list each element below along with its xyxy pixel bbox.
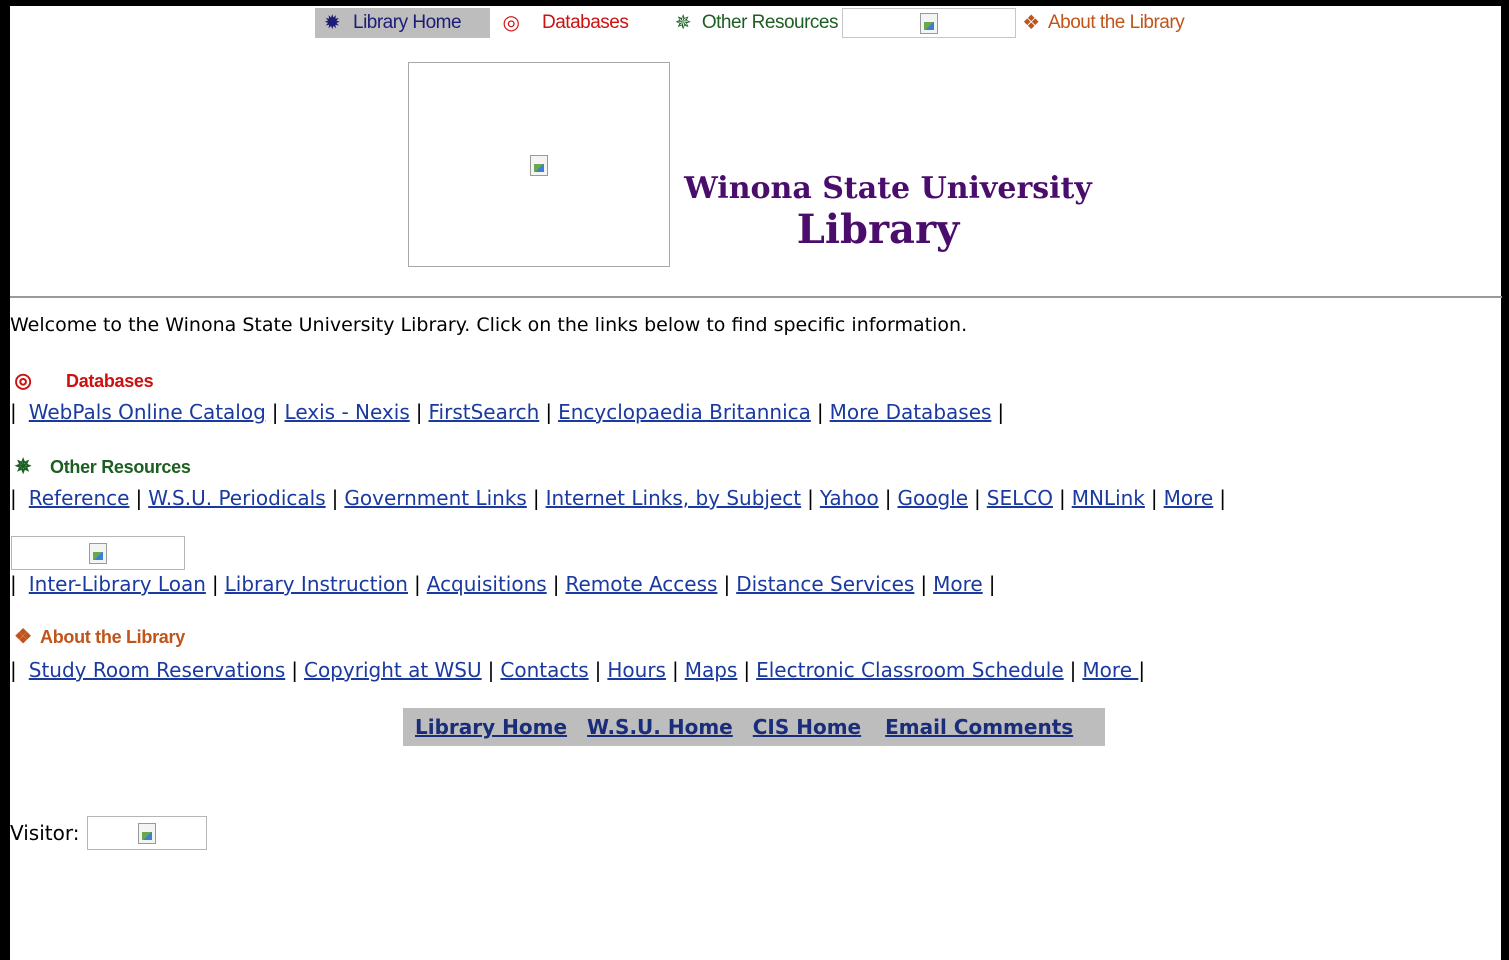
- footer-cis-home[interactable]: CIS Home: [753, 715, 861, 739]
- footer-nav: Library Home W.S.U. Home CIS Home Email …: [403, 708, 1105, 746]
- visitor-counter-image: [87, 816, 208, 850]
- link-government[interactable]: Government Links: [344, 486, 526, 510]
- link-google[interactable]: Google: [898, 486, 969, 510]
- nav-other-resources-label: Other Resources: [701, 12, 839, 33]
- link-selco[interactable]: SELCO: [987, 486, 1053, 510]
- broken-image-icon: [528, 154, 550, 176]
- nav-library-home[interactable]: ✹ Library Home: [315, 8, 490, 38]
- broken-image-icon: [136, 822, 158, 844]
- databases-links: | WebPals Online Catalog | Lexis - Nexis | Fi…: [10, 400, 1005, 424]
- link-hours[interactable]: Hours: [607, 658, 666, 682]
- target-icon: ◎: [14, 370, 32, 392]
- diamond-flower-icon: ❖: [1022, 12, 1040, 34]
- section-about-label: About the Library: [40, 626, 185, 647]
- link-reference[interactable]: Reference: [29, 486, 130, 510]
- link-interlibrary-loan[interactable]: Inter-Library Loan: [29, 572, 206, 596]
- link-lexis-nexis[interactable]: Lexis - Nexis: [285, 400, 410, 424]
- link-library-instruction[interactable]: Library Instruction: [225, 572, 408, 596]
- star-burst-icon: ✵: [14, 456, 32, 478]
- window-frame-left: [0, 0, 10, 960]
- broken-image-icon: [918, 12, 940, 34]
- section-other-heading[interactable]: ✵ Other Resources: [12, 454, 191, 480]
- section-databases-label: Databases: [66, 370, 154, 391]
- page-title-line2: Library: [796, 206, 960, 253]
- footer-wsu-home[interactable]: W.S.U. Home: [587, 715, 733, 739]
- link-classroom-schedule[interactable]: Electronic Classroom Schedule: [756, 658, 1064, 682]
- link-wsu-periodicals[interactable]: W.S.U. Periodicals: [148, 486, 325, 510]
- footer-email-comments[interactable]: Email Comments: [885, 715, 1073, 739]
- link-yahoo[interactable]: Yahoo: [820, 486, 879, 510]
- link-copyright[interactable]: Copyright at WSU: [304, 658, 482, 682]
- section-about-heading[interactable]: ❖ About the Library: [12, 624, 185, 650]
- nav-services-image-link[interactable]: [842, 8, 1016, 38]
- nav-about-library-label: About the Library: [1048, 12, 1185, 33]
- link-more-services[interactable]: More: [933, 572, 983, 596]
- link-internet-by-subject[interactable]: Internet Links, by Subject: [546, 486, 802, 510]
- services-heading-image[interactable]: [11, 536, 185, 570]
- link-more-other[interactable]: More: [1164, 486, 1214, 510]
- page-title-line1: Winona State University: [684, 171, 1092, 206]
- nav-other-resources[interactable]: ✵ Other Resources: [668, 8, 839, 38]
- visitor-label: Visitor:: [10, 821, 80, 845]
- nav-about-library[interactable]: ❖ About the Library: [1020, 8, 1200, 38]
- star-burst-icon: ✵: [674, 12, 692, 34]
- section-other-label: Other Resources: [50, 456, 191, 477]
- services-links: | Inter-Library Loan | Library Instruction |…: [10, 572, 996, 596]
- window-frame-right: [1501, 0, 1509, 960]
- link-more-databases[interactable]: More Databases: [830, 400, 992, 424]
- visitor-counter: Visitor:: [10, 816, 208, 850]
- logo-image: [408, 62, 670, 267]
- nav-databases-label: Databases: [542, 12, 629, 33]
- link-firstsearch[interactable]: FirstSearch: [429, 400, 540, 424]
- link-more-about[interactable]: More: [1082, 658, 1138, 682]
- link-distance-services[interactable]: Distance Services: [736, 572, 914, 596]
- about-links: | Study Room Reservations | Copyright at WS…: [10, 658, 1146, 682]
- link-webpals[interactable]: WebPals Online Catalog: [29, 400, 266, 424]
- target-icon: ◎: [502, 12, 520, 34]
- nav-library-home-label: Library Home: [353, 12, 462, 33]
- footer-library-home[interactable]: Library Home: [415, 715, 567, 739]
- link-acquisitions[interactable]: Acquisitions: [427, 572, 547, 596]
- link-britannica[interactable]: Encyclopaedia Britannica: [558, 400, 811, 424]
- link-study-room[interactable]: Study Room Reservations: [29, 658, 285, 682]
- broken-image-icon: [87, 542, 109, 564]
- nav-databases[interactable]: ◎ Databases: [494, 8, 634, 38]
- divider: [10, 296, 1502, 298]
- link-mnlink[interactable]: MNLink: [1072, 486, 1145, 510]
- link-remote-access[interactable]: Remote Access: [565, 572, 717, 596]
- page-title: Winona State University Library: [684, 170, 1108, 252]
- section-databases-heading[interactable]: ◎ Databases: [12, 368, 153, 394]
- link-contacts[interactable]: Contacts: [500, 658, 588, 682]
- other-links: | Reference | W.S.U. Periodicals | Government…: [10, 486, 1226, 510]
- diamond-flower-icon: ❖: [14, 626, 32, 648]
- link-maps[interactable]: Maps: [685, 658, 738, 682]
- wheel-icon: ✹: [323, 12, 341, 34]
- top-navigation: ✹ Library Home ◎ Databases ✵ Other Resou…: [0, 6, 1509, 40]
- welcome-text: Welcome to the Winona State University L…: [10, 314, 968, 336]
